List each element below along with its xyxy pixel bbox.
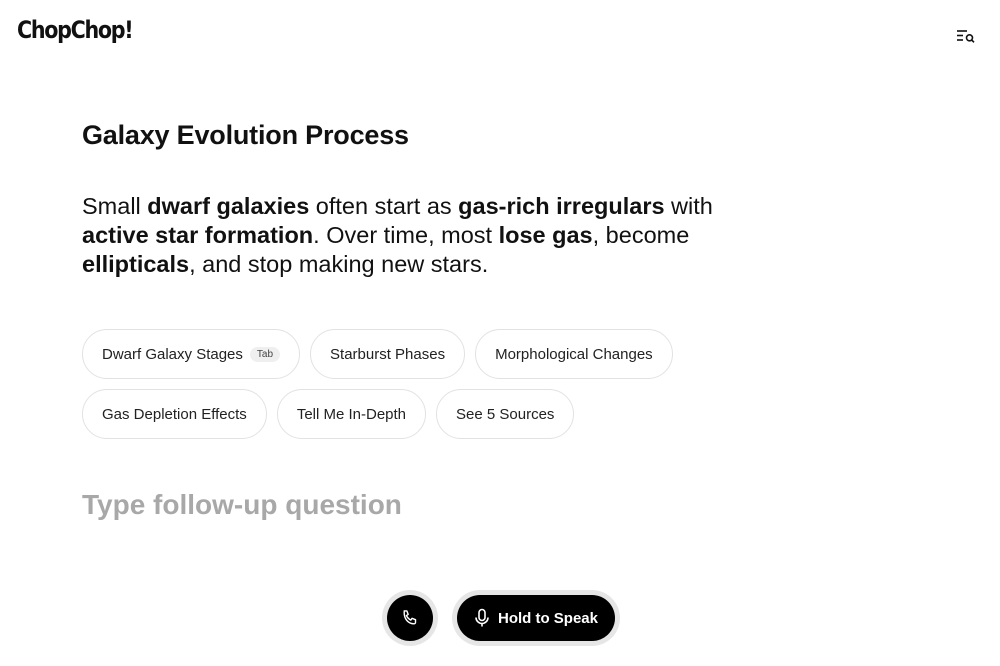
answer-text: Small dwarf galaxies often start as gas-… xyxy=(82,192,742,279)
hold-to-speak-inner: Hold to Speak xyxy=(457,595,615,641)
chip-tell-me-in-depth[interactable]: Tell Me In-Depth xyxy=(276,389,427,439)
chip-gas-depletion-effects[interactable]: Gas Depletion Effects xyxy=(82,389,267,439)
answer-segment: Small xyxy=(82,193,148,219)
chip-label: Gas Depletion Effects xyxy=(102,405,247,423)
answer-segment: , become xyxy=(592,222,690,248)
page-title: Galaxy Evolution Process xyxy=(82,120,409,150)
microphone-icon xyxy=(475,608,489,627)
answer-highlight: gas-rich irregulars xyxy=(458,193,665,219)
answer-segment: . Over time, most xyxy=(313,222,499,248)
hold-to-speak-label: Hold to Speak xyxy=(497,609,598,627)
chip-dwarf-galaxy-stages[interactable]: Dwarf Galaxy Stages Tab xyxy=(82,329,301,379)
call-button-inner xyxy=(387,595,433,641)
chip-label: Morphological Changes xyxy=(495,345,653,363)
chip-see-sources[interactable]: See 5 Sources xyxy=(436,389,575,439)
app-window: ChopChop! Galaxy Evolution Process Small… xyxy=(0,0,1000,666)
phone-icon xyxy=(403,610,417,625)
answer-highlight: active star formation xyxy=(82,222,314,248)
call-button[interactable] xyxy=(382,590,438,646)
logo[interactable]: ChopChop! xyxy=(17,16,134,44)
hold-to-speak-button[interactable]: Hold to Speak xyxy=(452,590,620,646)
tab-shortcut-badge: Tab xyxy=(249,346,281,362)
chip-morphological-changes[interactable]: Morphological Changes xyxy=(475,329,673,379)
chip-label: Starburst Phases xyxy=(330,345,446,363)
answer-highlight: dwarf galaxies xyxy=(147,193,310,219)
suggestion-chips: Dwarf Galaxy Stages Tab Starburst Phases… xyxy=(82,329,722,439)
search-list-icon xyxy=(957,30,975,43)
answer-segment: , and stop making new stars. xyxy=(189,251,489,277)
search-history-button[interactable] xyxy=(955,26,977,46)
chip-label: See 5 Sources xyxy=(456,405,555,423)
answer-segment: with xyxy=(664,193,713,219)
chip-label: Tell Me In-Depth xyxy=(296,405,407,423)
answer-highlight: lose gas xyxy=(498,222,593,248)
followup-input[interactable] xyxy=(82,489,682,521)
answer-highlight: ellipticals xyxy=(82,251,190,277)
answer-segment: often start as xyxy=(309,193,459,219)
chip-starburst-phases[interactable]: Starburst Phases xyxy=(310,329,466,379)
chip-label: Dwarf Galaxy Stages xyxy=(102,345,243,363)
